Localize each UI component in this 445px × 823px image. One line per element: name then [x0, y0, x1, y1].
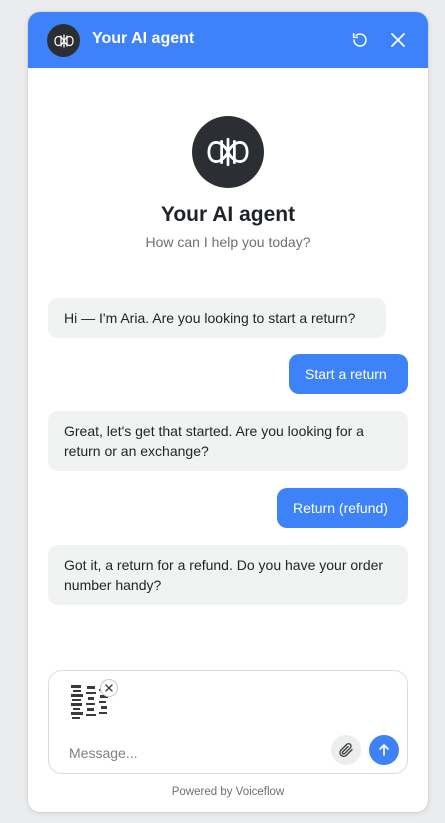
close-icon — [391, 33, 405, 47]
close-icon — [105, 684, 113, 692]
message-input[interactable] — [67, 741, 301, 765]
bot-message: Hi — I'm Aria. Are you looking to start … — [48, 298, 386, 338]
bot-message: Got it, a return for a refund. Do you ha… — [48, 545, 408, 605]
hero-title: Your AI agent — [160, 203, 296, 226]
header-title: Your AI agent — [92, 30, 195, 47]
close-button[interactable] — [387, 29, 409, 51]
remove-attachment-button[interactable] — [100, 679, 118, 697]
paperclip-icon — [339, 743, 353, 757]
arrow-up-icon — [379, 744, 389, 756]
user-message[interactable]: Start a return — [289, 354, 408, 394]
chat-header: Your AI agent — [28, 12, 428, 68]
bot-message: Great, let's get that started. Are you l… — [48, 411, 408, 471]
message-composer — [48, 670, 408, 774]
send-button[interactable] — [369, 735, 399, 765]
attach-button[interactable] — [331, 735, 361, 765]
agent-logo-icon — [207, 137, 249, 167]
chat-widget: Your AI agent Your AI agent How can I he… — [28, 12, 428, 812]
hero-subtitle: How can I help you today? — [145, 234, 311, 250]
powered-by-footer: Powered by Voiceflow — [171, 786, 285, 798]
agent-avatar — [47, 24, 80, 57]
restart-icon — [352, 32, 367, 47]
restart-button[interactable] — [349, 29, 371, 51]
user-message[interactable]: Return (refund) — [277, 488, 408, 528]
hero-avatar — [192, 116, 264, 188]
agent-logo-icon — [53, 33, 74, 48]
